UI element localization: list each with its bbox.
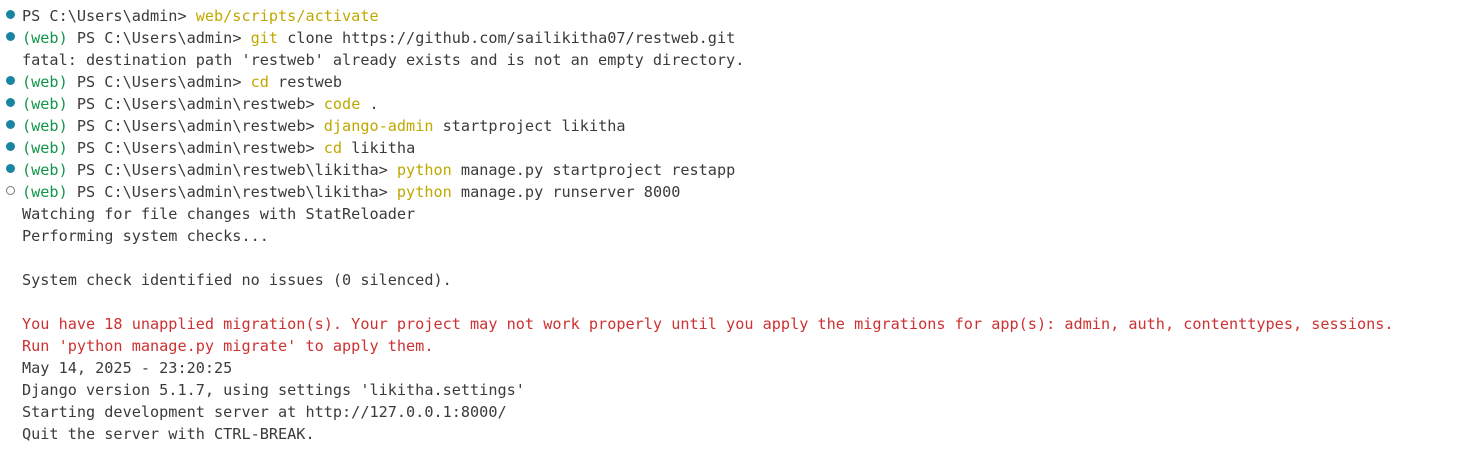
output-text: System check identified no issues (0 sil…: [22, 271, 452, 289]
venv-prefix: (web): [22, 161, 77, 179]
command-arguments: manage.py startproject restapp: [451, 161, 736, 179]
output-line: Starting development server at http://12…: [0, 401, 1465, 423]
command-line: (web) PS C:\Users\admin> cd restweb: [0, 71, 1465, 93]
command-line: (web) PS C:\Users\admin\restweb> django-…: [0, 115, 1465, 137]
terminal-panel[interactable]: PS C:\Users\admin> web/scripts/activate(…: [0, 0, 1465, 457]
output-text: Quit the server with CTRL-BREAK.: [22, 425, 315, 443]
command-name: python: [396, 161, 452, 179]
prompt-path: PS C:\Users\admin>: [22, 7, 196, 25]
output-line: Watching for file changes with StatReloa…: [0, 203, 1465, 225]
venv-prefix: (web): [22, 73, 77, 91]
output-text: fatal: destination path 'restweb' alread…: [22, 51, 745, 69]
venv-prefix: (web): [22, 29, 77, 47]
output-line: System check identified no issues (0 sil…: [0, 269, 1465, 291]
command-name: web/scripts/activate: [195, 7, 379, 25]
error-text: Run 'python manage.py migrate' to apply …: [22, 337, 434, 355]
command-name: cd: [323, 139, 343, 157]
output-line: You have 18 unapplied migration(s). Your…: [0, 313, 1465, 335]
command-arguments: manage.py runserver 8000: [451, 183, 681, 201]
command-arguments: likitha: [342, 139, 416, 157]
venv-prefix: (web): [22, 95, 77, 113]
command-success-decoration-icon[interactable]: [6, 76, 15, 85]
output-line: Quit the server with CTRL-BREAK.: [0, 423, 1465, 445]
command-line: (web) PS C:\Users\admin\restweb\likitha>…: [0, 159, 1465, 181]
command-line: (web) PS C:\Users\admin\restweb\likitha>…: [0, 181, 1465, 203]
venv-prefix: (web): [22, 117, 77, 135]
output-text: Django version 5.1.7, using settings 'li…: [22, 381, 525, 399]
output-line: fatal: destination path 'restweb' alread…: [0, 49, 1465, 71]
command-arguments: startproject likitha: [433, 117, 626, 135]
output-text: Starting development server at http://12…: [22, 403, 507, 421]
output-text: Watching for file changes with StatReloa…: [22, 205, 416, 223]
command-name: django-admin: [323, 117, 434, 135]
prompt-path: PS C:\Users\admin>: [76, 73, 251, 91]
output-line: Django version 5.1.7, using settings 'li…: [0, 379, 1465, 401]
command-success-decoration-icon[interactable]: [6, 120, 15, 129]
command-success-decoration-icon[interactable]: [6, 164, 15, 173]
output-text: May 14, 2025 - 23:20:25: [22, 359, 233, 377]
command-name: git: [250, 29, 279, 47]
output-line: May 14, 2025 - 23:20:25: [0, 357, 1465, 379]
output-line: Performing system checks...: [0, 225, 1465, 247]
command-name: cd: [250, 73, 269, 91]
command-arguments: restweb: [268, 73, 343, 91]
command-arguments: .: [360, 95, 379, 113]
command-line: PS C:\Users\admin> web/scripts/activate: [0, 5, 1465, 27]
command-success-decoration-icon[interactable]: [6, 142, 15, 151]
command-success-decoration-icon[interactable]: [6, 10, 15, 19]
output-line: Run 'python manage.py migrate' to apply …: [0, 335, 1465, 357]
venv-prefix: (web): [22, 139, 77, 157]
error-text: You have 18 unapplied migration(s). Your…: [22, 315, 1394, 333]
prompt-path: PS C:\Users\admin>: [76, 29, 251, 47]
command-name: code: [323, 95, 361, 113]
prompt-path: PS C:\Users\admin\restweb>: [76, 95, 324, 113]
command-line: (web) PS C:\Users\admin\restweb> code .: [0, 93, 1465, 115]
command-name: python: [396, 183, 452, 201]
command-success-decoration-icon[interactable]: [6, 32, 15, 41]
command-success-decoration-icon[interactable]: [6, 98, 15, 107]
prompt-path: PS C:\Users\admin\restweb>: [76, 117, 324, 135]
command-line: (web) PS C:\Users\admin> git clone https…: [0, 27, 1465, 49]
command-running-decoration-icon[interactable]: [6, 186, 15, 195]
prompt-path: PS C:\Users\admin\restweb\likitha>: [76, 183, 397, 201]
command-line: (web) PS C:\Users\admin\restweb> cd liki…: [0, 137, 1465, 159]
output-text: Performing system checks...: [22, 227, 269, 245]
prompt-path: PS C:\Users\admin\restweb>: [76, 139, 324, 157]
prompt-path: PS C:\Users\admin\restweb\likitha>: [76, 161, 397, 179]
command-arguments: clone https://github.com/sailikitha07/re…: [278, 29, 736, 47]
venv-prefix: (web): [22, 183, 77, 201]
